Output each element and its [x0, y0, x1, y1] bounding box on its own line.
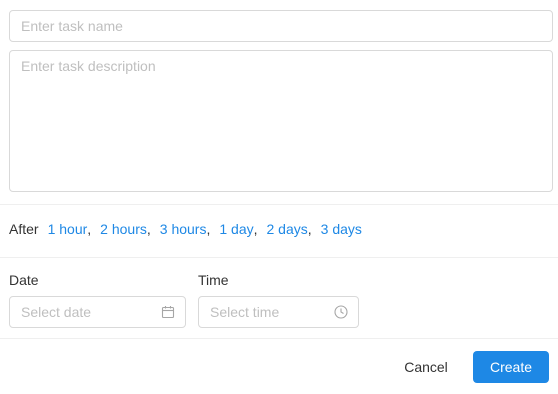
quick-option-2-days[interactable]: 2 days — [267, 221, 308, 237]
quick-option-2-hours[interactable]: 2 hours — [100, 221, 147, 237]
date-placeholder: Select date — [21, 304, 92, 320]
quick-option-1-day[interactable]: 1 day — [219, 221, 253, 237]
separator: , — [146, 221, 151, 237]
after-label: After — [9, 221, 39, 237]
time-label: Time — [198, 272, 229, 288]
date-label: Date — [9, 272, 39, 288]
quick-option-3-hours[interactable]: 3 hours — [160, 221, 207, 237]
task-name-input[interactable] — [9, 10, 553, 42]
create-button[interactable]: Create — [473, 351, 549, 383]
separator: , — [307, 221, 312, 237]
calendar-icon — [160, 304, 176, 320]
quick-option-1-hour[interactable]: 1 hour — [48, 221, 88, 237]
separator: , — [253, 221, 258, 237]
time-placeholder: Select time — [210, 304, 280, 320]
separator: , — [87, 221, 92, 237]
date-picker[interactable]: Select date — [9, 296, 186, 328]
clock-icon — [333, 304, 349, 320]
time-picker[interactable]: Select time — [198, 296, 359, 328]
quick-time-options: After 1 hour, 2 hours, 3 hours, 1 day, 2… — [9, 219, 362, 239]
cancel-button[interactable]: Cancel — [390, 351, 462, 383]
divider — [0, 338, 558, 339]
task-description-input[interactable] — [9, 50, 553, 192]
divider — [0, 204, 558, 205]
quick-option-3-days[interactable]: 3 days — [321, 221, 362, 237]
separator: , — [206, 221, 211, 237]
divider — [0, 257, 558, 258]
